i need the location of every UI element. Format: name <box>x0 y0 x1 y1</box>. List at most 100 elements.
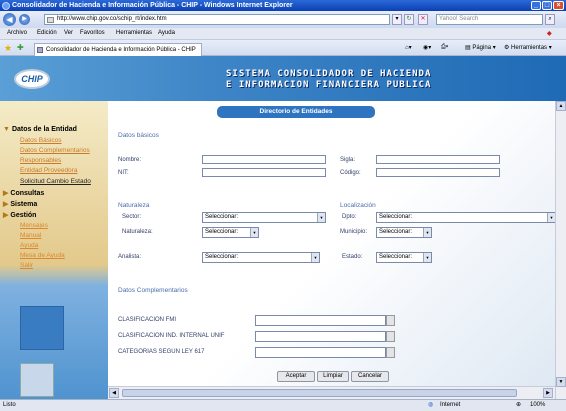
sidebar-item-entidad-proveedora[interactable]: Entidad Proveedora <box>20 167 77 174</box>
clasificacion-fmi-picker-button[interactable] <box>386 315 395 326</box>
dpto-value: Seleccionar: <box>379 214 413 220</box>
menu-edicion[interactable]: Edición <box>37 30 57 36</box>
browser-tab[interactable]: Consolidador de Hacienda e Información P… <box>34 43 202 56</box>
chevron-down-icon: ▼ <box>423 253 431 262</box>
sidebar-section-gestion[interactable]: ▶ Gestión <box>3 211 36 219</box>
municipio-value: Seleccionar: <box>379 229 413 235</box>
close-button[interactable]: × <box>553 1 564 10</box>
feeds-icon[interactable]: ◉▾ <box>423 44 431 51</box>
estado-select[interactable]: Seleccionar: ▼ <box>376 252 432 263</box>
maximize-button[interactable]: □ <box>542 1 552 10</box>
sidebar-item-solicitud-cambio-estado[interactable]: Solicitud Cambio Estado <box>20 178 91 185</box>
page-icon <box>47 17 54 23</box>
clasificacion-ind-label: CLASIFICACION IND. INTERNAL UNIF <box>118 333 225 339</box>
ie-icon <box>2 2 10 10</box>
forward-icon[interactable]: ▶ <box>19 14 30 25</box>
refresh-icon[interactable]: ↻ <box>404 14 414 25</box>
add-favorites-icon[interactable]: ✚ <box>17 43 24 52</box>
section-label: Gestión <box>10 212 37 219</box>
clasificacion-fmi-input[interactable] <box>255 315 386 326</box>
favorites-star-icon[interactable]: ★ <box>4 43 12 54</box>
scroll-right-icon[interactable]: ▶ <box>543 388 553 398</box>
menu-herramientas[interactable]: Herramientas <box>116 30 152 36</box>
address-input[interactable]: http://www.chip.gov.co/schip_rt/index.ht… <box>44 14 390 25</box>
scroll-left-icon[interactable]: ◀ <box>109 388 119 398</box>
chip-logo[interactable]: CHIP <box>14 69 50 89</box>
chevron-down-icon: ▼ <box>311 253 319 262</box>
chevron-down-icon: ▼ <box>250 228 258 237</box>
tools-menu-icon: ⚙ <box>504 45 512 51</box>
dpto-select[interactable]: Seleccionar: ▼ <box>376 212 556 223</box>
naturaleza-label: Naturaleza: <box>122 229 153 235</box>
chevron-down-icon: ▼ <box>317 213 325 222</box>
sidebar-item-mesa-ayuda[interactable]: Mesa de Ayuda <box>20 252 65 259</box>
horizontal-scroll-thumb[interactable] <box>122 389 517 397</box>
sidebar-section-datos-entidad[interactable]: ▼ Datos de la Entidad <box>3 126 77 133</box>
sidebar-item-datos-basicos[interactable]: Datos Básicos <box>20 137 62 144</box>
section-label: Datos de la Entidad <box>11 126 77 133</box>
back-icon[interactable]: ◀ <box>3 13 16 26</box>
home-icon[interactable]: ⌂▾ <box>405 44 412 51</box>
sector-value: Seleccionar: <box>205 214 239 220</box>
vertical-scrollbar[interactable]: ▲ ▼ <box>555 101 566 399</box>
form-title: Directorio de Entidades <box>217 106 375 118</box>
search-icon[interactable]: ⌕ <box>545 14 555 25</box>
triangle-right-icon: ▶ <box>3 212 9 219</box>
sector-select[interactable]: Seleccionar: ▼ <box>202 212 326 223</box>
municipio-label: Municipio: <box>340 229 368 235</box>
address-toolbar: ◀ ▶ http://www.chip.gov.co/schip_rt/inde… <box>0 11 566 28</box>
tools-menu[interactable]: ⚙ Herramientas ▾ <box>504 44 552 51</box>
address-dropdown-icon[interactable]: ▾ <box>392 14 402 25</box>
horizontal-scrollbar[interactable]: ◀ ▶ <box>108 386 555 399</box>
codigo-input[interactable] <box>376 168 500 177</box>
cancelar-button[interactable]: Cancelar <box>351 371 389 382</box>
page-menu[interactable]: ▤ Página ▾ <box>465 44 496 51</box>
menu-ayuda[interactable]: Ayuda <box>158 30 175 36</box>
clasificacion-ind-picker-button[interactable] <box>386 331 395 342</box>
scroll-up-icon[interactable]: ▲ <box>556 101 566 111</box>
internet-zone-icon: ◍ <box>428 402 434 408</box>
categorias-ley-picker-button[interactable] <box>386 347 395 358</box>
scroll-down-icon[interactable]: ▼ <box>556 377 566 387</box>
sidebar-item-datos-complementarios[interactable]: Datos Complementarios <box>20 147 90 154</box>
nombre-label: Nombre: <box>118 157 142 163</box>
sidebar-section-sistema[interactable]: ▶ Sistema <box>3 200 37 208</box>
sidebar-item-responsables[interactable]: Responsables <box>20 157 61 164</box>
sidebar-item-ayuda[interactable]: Ayuda <box>20 242 38 249</box>
search-input[interactable]: Yahoo! Search <box>436 14 543 25</box>
menu-ver[interactable]: Ver <box>64 30 73 36</box>
menu-favoritos[interactable]: Favoritos <box>80 30 105 36</box>
nombre-input[interactable] <box>202 155 326 164</box>
sigla-input[interactable] <box>376 155 500 164</box>
municipio-select[interactable]: Seleccionar: ▼ <box>376 227 432 238</box>
decorative-light-square <box>20 363 54 397</box>
toolbar-options-icon[interactable]: ◆ <box>547 30 552 37</box>
system-title-line2: E INFORMACION FINANCIERA PUBLICA <box>226 80 432 90</box>
nit-input[interactable] <box>202 168 326 177</box>
naturaleza-value: Seleccionar: <box>205 229 239 235</box>
minimize-button[interactable]: _ <box>531 1 541 10</box>
window-titlebar[interactable]: Consolidador de Hacienda e Información P… <box>0 0 566 11</box>
page-menu-label: Página <box>472 45 492 51</box>
analista-select[interactable]: Seleccionar: ▼ <box>202 252 320 263</box>
complementarios-header: Datos Complementarios <box>118 287 188 294</box>
sigla-label: Sigla: <box>340 157 356 163</box>
categorias-ley-input[interactable] <box>255 347 386 358</box>
menu-archivo[interactable]: Archivo <box>7 30 27 36</box>
sidebar-item-manual[interactable]: Manual <box>20 232 41 239</box>
sidebar-item-mensajes[interactable]: Mensajes <box>20 222 48 229</box>
stop-icon[interactable]: ✕ <box>418 14 428 25</box>
print-icon[interactable]: ⎙▾ <box>441 44 448 51</box>
section-label: Sistema <box>10 201 38 208</box>
naturaleza-select[interactable]: Seleccionar: ▼ <box>202 227 259 238</box>
tab-page-icon <box>37 47 43 53</box>
section-label: Consultas <box>10 190 45 197</box>
zoom-icon[interactable]: ⊕ <box>516 401 521 408</box>
limpiar-button[interactable]: Limpiar <box>317 371 349 382</box>
clasificacion-ind-input[interactable] <box>255 331 386 342</box>
sidebar-section-consultas[interactable]: ▶ Consultas <box>3 189 44 197</box>
zoom-level[interactable]: 100% <box>530 402 545 408</box>
aceptar-button[interactable]: Aceptar <box>277 371 315 382</box>
dpto-label: Dpto: <box>342 214 357 220</box>
sidebar-item-salir[interactable]: Salir <box>20 262 33 269</box>
